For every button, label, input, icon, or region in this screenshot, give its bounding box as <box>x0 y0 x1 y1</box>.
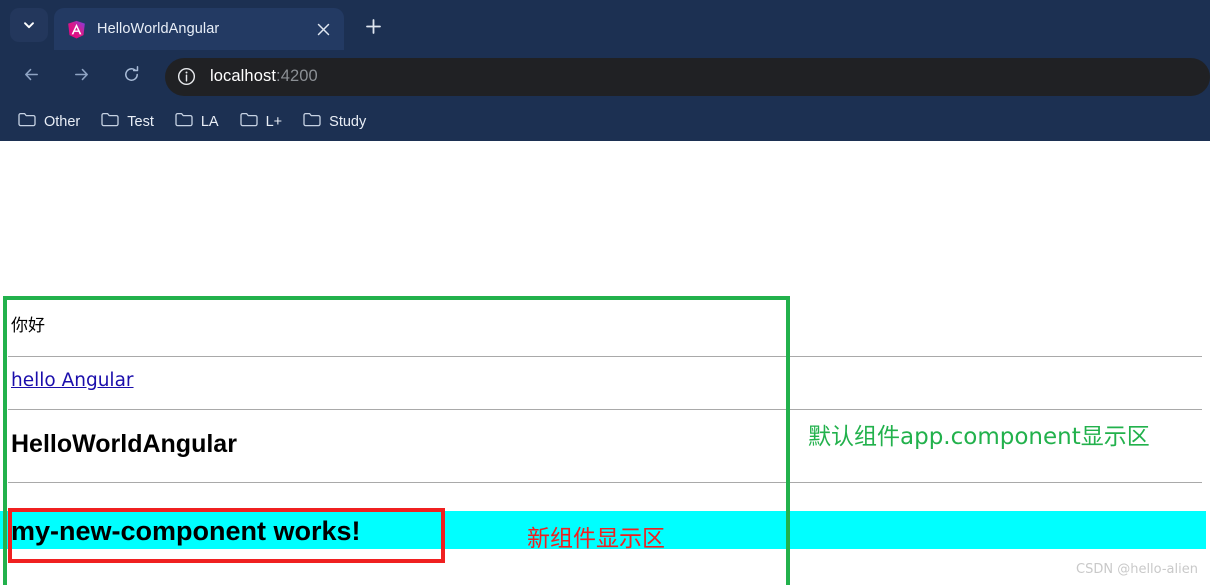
bookmark-other[interactable]: Other <box>11 109 87 135</box>
page-viewport: 你好 hello Angular HelloWorldAngular my-ne… <box>0 141 1210 585</box>
close-icon[interactable] <box>312 18 334 40</box>
bookmark-label: L+ <box>265 114 283 130</box>
arrow-left-icon <box>22 65 41 89</box>
my-new-component-heading: my-new-component works! <box>11 516 361 546</box>
page-divider <box>8 482 1202 483</box>
bookmark-label: Other <box>44 114 81 130</box>
page-divider <box>8 409 1202 410</box>
tab-title: HelloWorldAngular <box>97 21 220 37</box>
browser-chrome: HelloWorldAngular localhost:4200 Other T… <box>0 0 1210 141</box>
new-component-annotation-label: 新组件显示区 <box>527 526 665 552</box>
bookmark-label: Test <box>127 114 154 130</box>
angular-logo-icon <box>67 20 86 39</box>
bookmark-la[interactable]: LA <box>168 109 226 135</box>
tab-search-button[interactable] <box>10 8 48 42</box>
url-host: localhost <box>210 67 277 85</box>
url-text: localhost:4200 <box>210 67 318 86</box>
plus-icon <box>365 18 382 40</box>
reload-button[interactable] <box>114 60 148 94</box>
hello-angular-link[interactable]: hello Angular <box>11 370 134 391</box>
browser-tab-helloworldangular[interactable]: HelloWorldAngular <box>54 8 344 50</box>
folder-icon <box>303 112 321 132</box>
watermark: CSDN @hello-alien <box>1076 562 1198 577</box>
bookmark-l-plus[interactable]: L+ <box>233 109 290 135</box>
bookmark-label: LA <box>200 114 219 130</box>
chevron-down-icon <box>22 18 36 32</box>
address-bar[interactable]: localhost:4200 <box>165 57 1210 96</box>
bookmark-study[interactable]: Study <box>296 109 373 135</box>
bookmark-label: Study <box>329 114 367 130</box>
greeting-text: 你好 <box>11 316 45 336</box>
info-circle-icon[interactable] <box>171 62 201 92</box>
folder-icon <box>18 112 36 132</box>
bookmark-test[interactable]: Test <box>94 109 161 135</box>
app-component-annotation-label: 默认组件app.component显示区 <box>808 424 1150 450</box>
url-suffix: :4200 <box>276 67 318 85</box>
back-button[interactable] <box>14 60 48 94</box>
page-divider <box>8 356 1202 357</box>
tab-strip: HelloWorldAngular <box>0 0 1210 50</box>
folder-icon <box>239 112 258 132</box>
reload-icon <box>122 65 141 89</box>
app-component-heading: HelloWorldAngular <box>11 430 237 458</box>
folder-icon <box>101 112 119 132</box>
bookmarks-bar: Other Test LA L+ Study <box>0 103 1210 141</box>
new-tab-button[interactable] <box>358 14 388 44</box>
forward-button[interactable] <box>64 60 98 94</box>
arrow-right-icon <box>72 65 91 89</box>
browser-toolbar: localhost:4200 <box>0 50 1210 103</box>
folder-icon <box>175 112 193 132</box>
